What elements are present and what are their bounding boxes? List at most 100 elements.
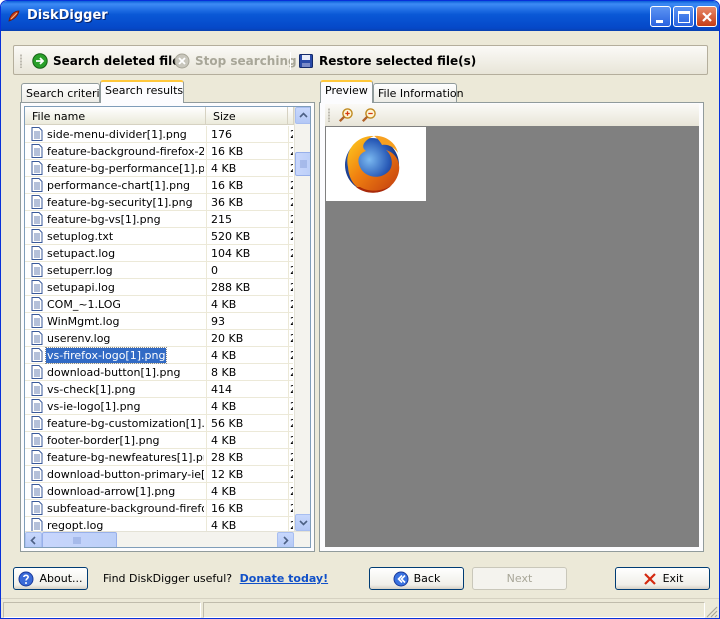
table-row[interactable]: setupact.log 104 KB 2 <box>25 245 293 262</box>
table-row[interactable]: feature-bg-vs[1].png 215 2 <box>25 211 293 228</box>
file-icon <box>31 518 43 531</box>
table-row[interactable]: vs-check[1].png 414 2 <box>25 381 293 398</box>
file-icon <box>31 467 43 481</box>
table-row[interactable]: feature-bg-customization[1].... 56 KB 2 <box>25 415 293 432</box>
stop-icon <box>174 53 190 69</box>
about-button[interactable]: About... <box>13 567 88 590</box>
file-extra-cell: 2 <box>290 315 293 328</box>
table-row[interactable]: performance-chart[1].png 16 KB 2 <box>25 177 293 194</box>
file-size-cell: 93 <box>211 315 225 328</box>
table-row[interactable]: download-arrow[1].png 4 KB 2 <box>25 483 293 500</box>
restore-selected-files-button[interactable]: Restore selected file(s) <box>298 51 476 71</box>
file-extra-cell: 2 <box>290 519 293 531</box>
file-extra-cell: 2 <box>290 451 293 464</box>
zoom-out-icon[interactable] <box>361 107 377 123</box>
exit-button[interactable]: Exit <box>615 567 710 590</box>
horizontal-scroll-thumb[interactable] <box>42 532 117 547</box>
file-list[interactable]: File name Size side-menu-divider[1].png 1… <box>24 106 311 548</box>
back-button[interactable]: Back <box>369 567 464 590</box>
table-row[interactable]: setuplog.txt 520 KB 2 <box>25 228 293 245</box>
file-name-cell: userenv.log <box>47 332 111 345</box>
next-button[interactable]: Next <box>472 567 567 590</box>
table-row[interactable]: vs-firefox-logo[1].png 4 KB 2 <box>25 347 293 364</box>
zoom-in-icon[interactable] <box>338 107 354 123</box>
file-extra-cell: 2 <box>290 417 293 430</box>
file-size-cell: 176 <box>211 128 232 141</box>
preview-image <box>326 127 426 201</box>
maximize-button[interactable] <box>673 6 694 27</box>
file-extra-cell: 2 <box>290 196 293 209</box>
main-window: DiskDigger Search deleted files Stop sea… <box>0 0 720 619</box>
table-row[interactable]: setupapi.log 288 KB 2 <box>25 279 293 296</box>
table-row[interactable]: COM_~1.LOG 4 KB 2 <box>25 296 293 313</box>
file-size-cell: 4 KB <box>211 400 237 413</box>
preview-area[interactable] <box>325 126 699 547</box>
arrow-right-icon <box>283 536 289 545</box>
minimize-button[interactable] <box>650 6 671 27</box>
save-disk-icon <box>299 54 313 68</box>
search-deleted-files-label: Search deleted files <box>53 54 188 68</box>
file-size-cell: 215 <box>211 213 232 226</box>
table-row[interactable]: side-menu-divider[1].png 176 2 <box>25 126 293 143</box>
title-bar[interactable]: DiskDigger <box>1 1 719 31</box>
table-row[interactable]: feature-bg-newfeatures[1].png 28 KB 2 <box>25 449 293 466</box>
file-extra-cell: 2 <box>290 179 293 192</box>
file-name-cell: setuplog.txt <box>47 230 114 243</box>
tab-search-results[interactable]: Search results <box>100 80 184 103</box>
tab-preview[interactable]: Preview <box>320 80 373 103</box>
table-row[interactable]: download-button-primary-ie[1... 12 KB 2 <box>25 466 293 483</box>
file-size-cell: 288 KB <box>211 281 251 294</box>
file-name-cell: COM_~1.LOG <box>47 298 121 311</box>
go-arrow-icon <box>32 53 48 69</box>
file-name-cell: footer-border[1].png <box>47 434 160 447</box>
toolbar-separator <box>290 52 291 70</box>
table-row[interactable]: WinMgmt.log 93 2 <box>25 313 293 330</box>
table-row[interactable]: feature-background-firefox-2... 16 KB 2 <box>25 143 293 160</box>
file-size-cell: 16 KB <box>211 145 244 158</box>
file-list-horizontal-scrollbar[interactable] <box>25 531 310 547</box>
file-size-cell: 520 KB <box>211 230 251 243</box>
exit-x-icon <box>643 572 656 585</box>
file-size-cell: 16 KB <box>211 179 244 192</box>
file-list-header: File name Size <box>25 107 310 125</box>
file-icon <box>31 144 43 158</box>
table-row[interactable]: vs-ie-logo[1].png 4 KB 2 <box>25 398 293 415</box>
toolbar-grip[interactable] <box>328 108 330 122</box>
scroll-right-button[interactable] <box>277 532 294 547</box>
status-pane <box>3 602 201 618</box>
file-icon <box>31 450 43 464</box>
column-header-file-name[interactable]: File name <box>25 107 206 125</box>
file-name-cell: download-button-primary-ie[1... <box>47 468 204 481</box>
file-extra-cell: 2 <box>290 281 293 294</box>
file-size-cell: 4 KB <box>211 349 237 362</box>
table-row[interactable]: setuperr.log 0 2 <box>25 262 293 279</box>
maximize-icon <box>678 11 690 23</box>
scroll-down-button[interactable] <box>295 514 310 531</box>
tab-search-criteria[interactable]: Search criteria <box>21 83 106 103</box>
status-bar <box>1 598 719 618</box>
table-row[interactable]: footer-border[1].png 4 KB 2 <box>25 432 293 449</box>
table-row[interactable]: userenv.log 20 KB 2 <box>25 330 293 347</box>
file-icon <box>31 348 43 362</box>
table-row[interactable]: regopt.log 4 KB 2 <box>25 517 293 531</box>
scroll-up-button[interactable] <box>295 107 310 124</box>
column-header-size[interactable]: Size <box>206 107 288 125</box>
search-deleted-files-button[interactable]: Search deleted files <box>32 51 188 71</box>
file-extra-cell: 2 <box>290 162 293 175</box>
vertical-scroll-thumb[interactable] <box>295 152 310 176</box>
file-list-vertical-scrollbar[interactable] <box>294 107 310 531</box>
table-row[interactable]: download-button[1].png 8 KB 2 <box>25 364 293 381</box>
stop-searching-button[interactable]: Stop searching <box>174 51 297 71</box>
file-icon <box>31 501 43 515</box>
resize-grip-icon[interactable] <box>705 605 718 618</box>
tab-file-information[interactable]: File Information <box>373 83 464 103</box>
scroll-left-button[interactable] <box>25 532 42 547</box>
table-row[interactable]: feature-bg-performance[1].png 4 KB 2 <box>25 160 293 177</box>
table-row[interactable]: feature-bg-security[1].png 36 KB 2 <box>25 194 293 211</box>
table-row[interactable]: subfeature-background-firefo... 16 KB 2 <box>25 500 293 517</box>
tab-preview-label: Preview <box>325 84 368 97</box>
toolbar-grip[interactable] <box>20 54 22 68</box>
close-button[interactable] <box>696 6 717 27</box>
file-extra-cell: 2 <box>290 349 293 362</box>
donate-link[interactable]: Donate today! <box>240 572 328 585</box>
